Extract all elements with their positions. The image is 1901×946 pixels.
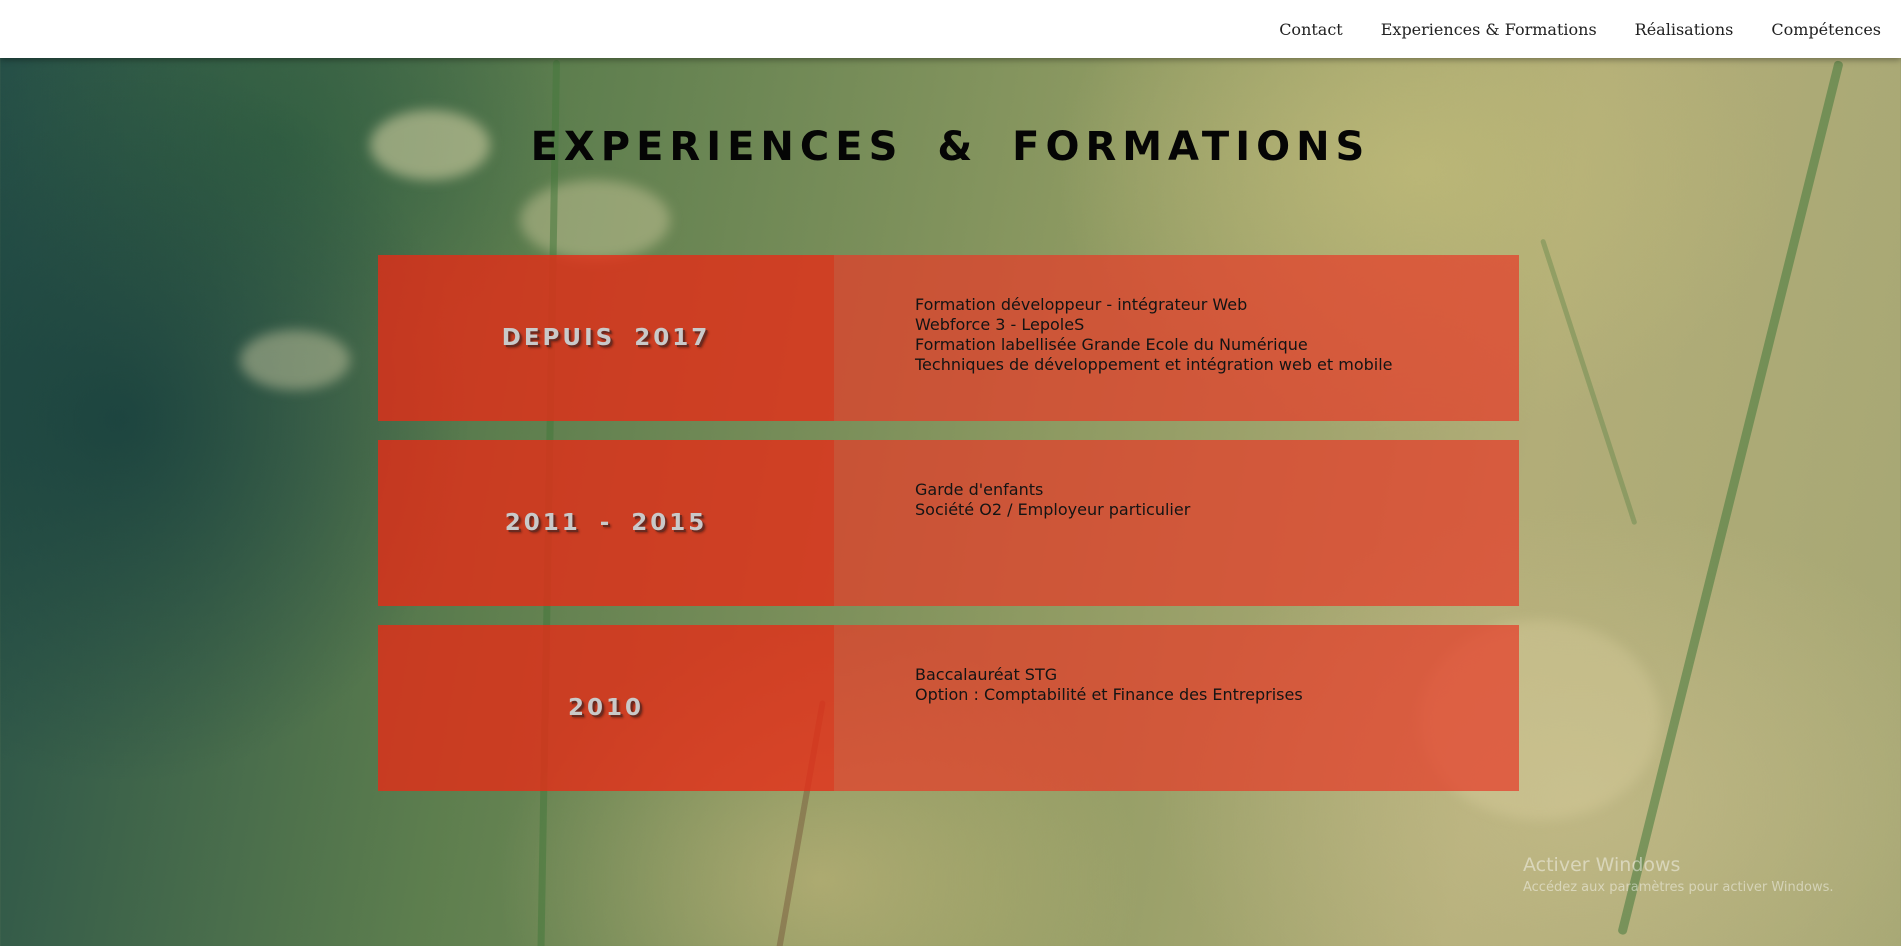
background-stem (1617, 60, 1844, 936)
watermark-title: Activer Windows (1523, 854, 1681, 876)
nav-link-realisations[interactable]: Réalisations (1635, 20, 1734, 39)
entry-date: 2011 - 2015 (378, 440, 834, 606)
watermark-subtitle: Accédez aux paramètres pour activer Wind… (1523, 880, 1834, 895)
detail-line: Formation développeur - intégrateur Web (915, 295, 1248, 314)
top-navbar: Contact Experiences & Formations Réalisa… (0, 0, 1901, 58)
background-blob (520, 180, 670, 260)
entry-date: DEPUIS 2017 (378, 255, 834, 421)
background-stem (1540, 238, 1638, 526)
detail-line: Option : Comptabilité et Finance des Ent… (915, 685, 1303, 704)
detail-line: Formation labellisée Grande Ecole du Num… (915, 335, 1308, 354)
nav-link-competences[interactable]: Compétences (1771, 20, 1881, 39)
entry-details: Garde d'enfants Société O2 / Employeur p… (834, 440, 1519, 606)
timeline-entry: DEPUIS 2017 Formation développeur - inté… (378, 255, 1519, 421)
timeline-entry: 2010 Baccalauréat STG Option : Comptabil… (378, 625, 1519, 791)
windows-activation-watermark: Activer Windows Accédez aux paramètres p… (1523, 853, 1834, 897)
entry-details: Baccalauréat STG Option : Comptabilité e… (834, 625, 1519, 791)
page-title: EXPERIENCES & FORMATIONS (530, 124, 1371, 170)
entry-date: 2010 (378, 625, 834, 791)
nav-link-experiences-formations[interactable]: Experiences & Formations (1381, 20, 1597, 39)
background-blob (240, 330, 350, 390)
nav-link-contact[interactable]: Contact (1279, 20, 1343, 39)
detail-line: Société O2 / Employeur particulier (915, 500, 1191, 519)
nav-links: Contact Experiences & Formations Réalisa… (1279, 0, 1881, 58)
timeline-entry: 2011 - 2015 Garde d'enfants Société O2 /… (378, 440, 1519, 606)
detail-line: Webforce 3 - LepoleS (915, 315, 1085, 334)
detail-line: Techniques de développement et intégrati… (915, 355, 1393, 374)
detail-line: Garde d'enfants (915, 480, 1044, 499)
entry-details: Formation développeur - intégrateur Web … (834, 255, 1519, 421)
detail-line: Baccalauréat STG (915, 665, 1058, 684)
timeline: DEPUIS 2017 Formation développeur - inté… (378, 255, 1519, 810)
